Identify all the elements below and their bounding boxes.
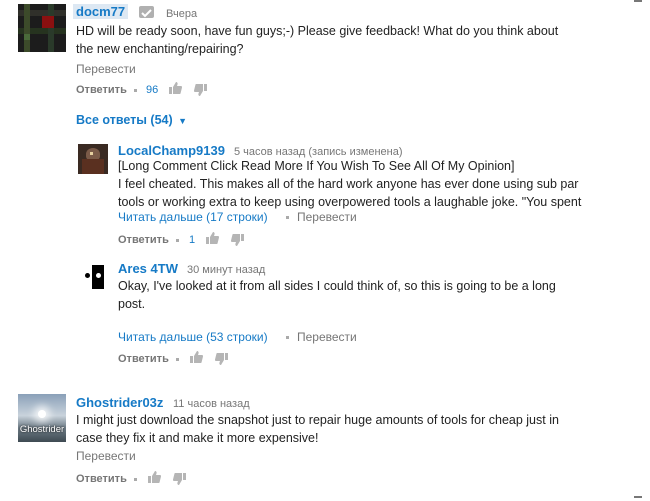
separator-dot (176, 358, 179, 361)
reply-text: [Long Comment Click Read More If You Wis… (118, 157, 638, 211)
translate-link[interactable]: Перевести (297, 210, 357, 224)
comment-text: HD will be ready soon, have fun guys;-) … (76, 22, 636, 58)
thumb-down-icon[interactable] (215, 352, 229, 371)
thumb-down-icon[interactable] (194, 83, 208, 102)
translate-link[interactable]: Перевести (76, 62, 136, 76)
comment-text-line: case they fix it and make it more expens… (76, 431, 319, 445)
thumb-up-icon[interactable] (147, 470, 161, 489)
translate-link[interactable]: Перевести (297, 330, 357, 344)
all-replies-label: Все ответы (54) (76, 113, 173, 127)
avatar-caption: Ghostrider (19, 424, 65, 435)
thumb-down-icon[interactable] (173, 472, 187, 491)
thumb-up-icon[interactable] (205, 231, 219, 250)
reply-author[interactable]: LocalChamp9139 (118, 143, 225, 158)
like-count: 1 (189, 234, 196, 246)
translate-link[interactable]: Перевести (76, 449, 136, 463)
reply-text-line: Okay, I've looked at it from all sides I… (118, 279, 556, 293)
separator-dot (176, 239, 179, 242)
scroll-edge-marker (634, 496, 642, 498)
separator-dot (134, 478, 137, 481)
comment-time: 11 часов назад (173, 398, 250, 410)
reply-text-line: tools or working extra to keep using ove… (118, 195, 582, 209)
comment-text-line: HD will be ready soon, have fun guys;-) … (76, 24, 559, 38)
reply-button[interactable]: Ответить (76, 84, 127, 96)
reply-button[interactable]: Ответить (118, 234, 169, 246)
reply-button[interactable]: Ответить (76, 473, 127, 485)
thumb-up-icon[interactable] (189, 350, 203, 369)
scroll-edge-marker (634, 0, 642, 2)
reply-text-line: I feel cheated. This makes all of the ha… (118, 177, 579, 191)
comment-author[interactable]: docm77 (73, 4, 129, 19)
comment-text-line: the new enchanting/repairing? (76, 42, 244, 56)
separator-dot (134, 89, 137, 92)
comment-text-line: I might just download the snapshot just … (76, 413, 559, 427)
avatar-ares4tw[interactable] (78, 262, 108, 292)
chevron-down-icon: ▼ (178, 116, 188, 126)
separator-dot (286, 216, 289, 219)
read-more-link[interactable]: Читать дальше (53 строки) (118, 330, 268, 344)
avatar-docm77[interactable] (18, 4, 66, 52)
reply-text-line: [Long Comment Click Read More If You Wis… (118, 159, 515, 173)
reply-text: Okay, I've looked at it from all sides I… (118, 277, 638, 313)
reply-text-line: post. (118, 297, 146, 311)
thumb-up-icon[interactable] (168, 81, 182, 100)
all-replies-link[interactable]: Все ответы (54) ▼ (76, 113, 187, 127)
reply-button[interactable]: Ответить (118, 353, 169, 365)
read-more-link[interactable]: Читать дальше (17 строки) (118, 210, 268, 224)
reply-author[interactable]: Ares 4TW (118, 261, 178, 276)
thumb-down-icon[interactable] (231, 233, 245, 252)
avatar-localchamp9139[interactable] (78, 144, 108, 174)
avatar-ghostrider03z[interactable]: Ghostrider (18, 394, 66, 442)
check-icon (139, 6, 154, 18)
like-count: 96 (146, 84, 159, 96)
comment-author[interactable]: Ghostrider03z (76, 395, 163, 410)
separator-dot (286, 336, 289, 339)
comment-time: Вчера (166, 8, 198, 20)
comment-text: I might just download the snapshot just … (76, 411, 636, 447)
reply-time: 30 минут назад (187, 264, 266, 276)
